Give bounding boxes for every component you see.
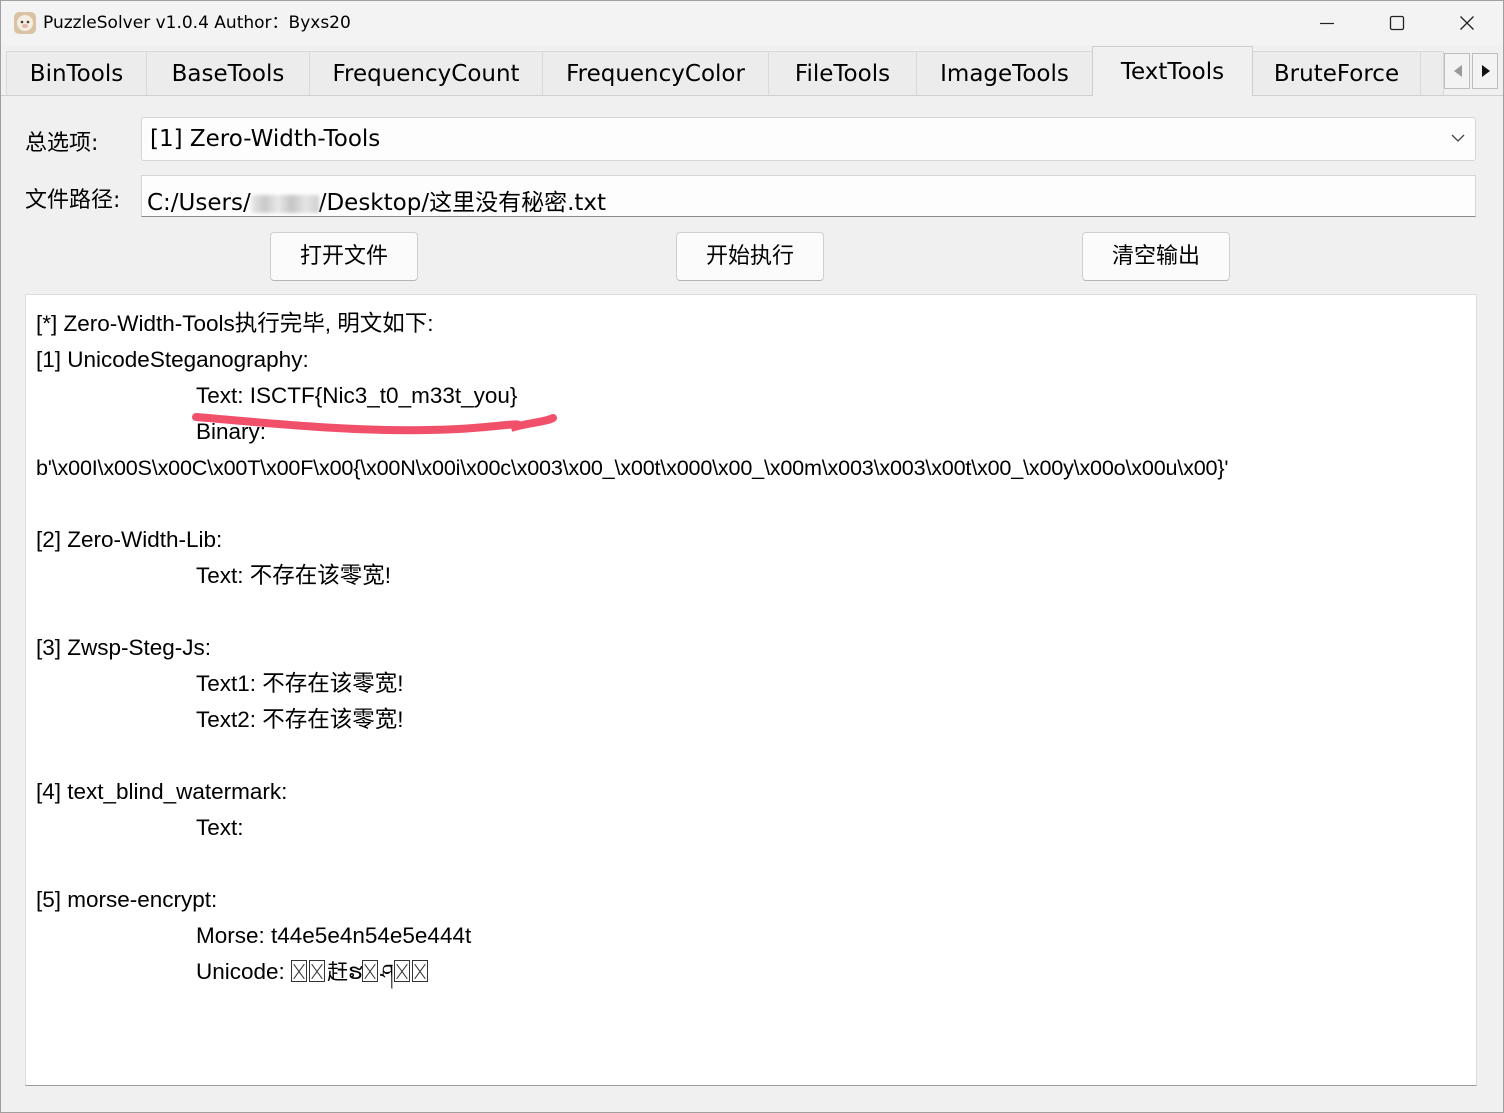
- tab-bar: BinTools BaseTools FrequencyCount Freque…: [1, 45, 1503, 96]
- clear-output-button[interactable]: 清空输出: [1082, 232, 1230, 281]
- run-button[interactable]: 开始执行: [676, 232, 824, 281]
- chevron-down-icon: [1451, 134, 1465, 142]
- sheep-icon: [14, 12, 36, 34]
- maximize-button[interactable]: [1362, 1, 1432, 45]
- file-path-value: C:/Users/ /Desktop/这里没有秘密.txt: [147, 183, 606, 217]
- highlight-underline-annotation: [192, 413, 557, 435]
- minimize-button[interactable]: [1292, 1, 1362, 45]
- close-icon: [1460, 16, 1474, 30]
- path-suffix: /Desktop/这里没有秘密.txt: [318, 190, 607, 216]
- path-label: 文件路径:: [25, 188, 121, 213]
- tab-scroll-left-button[interactable]: [1444, 53, 1470, 89]
- triangle-left-icon: [1454, 65, 1462, 77]
- minimize-icon: [1320, 22, 1334, 25]
- open-file-button[interactable]: 打开文件: [270, 232, 418, 281]
- title-bar[interactable]: PuzzleSolver v1.0.4 Author：Byxs20: [1, 1, 1503, 45]
- tab-imagetools[interactable]: ImageTools: [916, 51, 1093, 95]
- output-textarea[interactable]: [*] Zero-Width-Tools执行完毕, 明文如下: [1] Unic…: [25, 294, 1477, 1086]
- tab-texttools[interactable]: TextTools: [1092, 46, 1253, 96]
- tab-overflow: [1420, 51, 1444, 95]
- triangle-right-icon: [1482, 65, 1490, 77]
- tab-bintools[interactable]: BinTools: [6, 51, 147, 95]
- option-label: 总选项:: [25, 131, 99, 156]
- tab-scroll-right-button[interactable]: [1472, 53, 1498, 89]
- app-window: PuzzleSolver v1.0.4 Author：Byxs20 BinToo…: [0, 0, 1504, 1113]
- tab-basetools[interactable]: BaseTools: [146, 51, 310, 95]
- tab-frequencycount[interactable]: FrequencyCount: [309, 51, 543, 95]
- option-select-value: [1] Zero-Width-Tools: [150, 126, 381, 152]
- tab-frequencycolor[interactable]: FrequencyColor: [542, 51, 769, 95]
- path-prefix: C:/Users/: [147, 190, 251, 216]
- file-path-input[interactable]: C:/Users/ /Desktop/这里没有秘密.txt: [141, 175, 1476, 217]
- window-title: PuzzleSolver v1.0.4 Author：Byxs20: [43, 13, 351, 33]
- redacted-username: [250, 194, 319, 213]
- tab-filetools[interactable]: FileTools: [768, 51, 917, 95]
- maximize-icon: [1389, 15, 1405, 31]
- option-select[interactable]: [1] Zero-Width-Tools: [141, 117, 1476, 161]
- tab-bruteforce[interactable]: BruteForce: [1252, 51, 1421, 95]
- close-button[interactable]: [1432, 1, 1502, 45]
